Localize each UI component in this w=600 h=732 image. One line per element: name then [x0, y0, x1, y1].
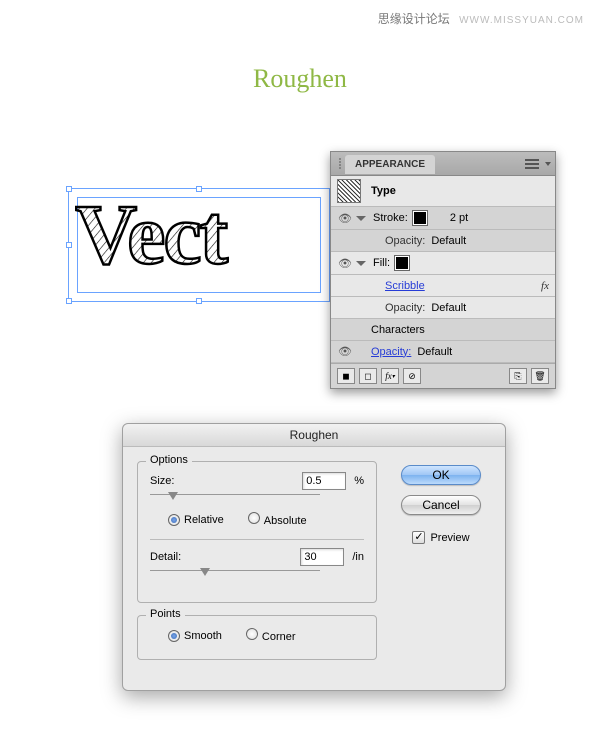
- appearance-tab[interactable]: APPEARANCE: [345, 155, 435, 174]
- text-object[interactable]: Vect: [75, 185, 330, 285]
- size-slider[interactable]: [150, 494, 364, 502]
- panel-tab-bar: APPEARANCE: [331, 152, 555, 176]
- panel-footer: ◼ ◻ fx▾ ⊘ ⎘ 🗑: [331, 363, 555, 388]
- fx-button[interactable]: fx▾: [381, 368, 399, 384]
- handle-tl[interactable]: [66, 186, 72, 192]
- disclosure-down-icon[interactable]: [356, 261, 366, 266]
- canvas-artwork[interactable]: Vect: [60, 175, 330, 295]
- page-title: Roughen: [253, 64, 347, 94]
- relative-radio[interactable]: Relative: [168, 514, 224, 526]
- preview-checkbox[interactable]: Preview: [412, 531, 469, 544]
- characters-row[interactable]: Characters: [331, 319, 555, 341]
- size-unit: %: [354, 475, 364, 487]
- corner-radio[interactable]: Corner: [246, 628, 296, 643]
- char-opacity-row[interactable]: 👁 Opacity: Default: [331, 341, 555, 363]
- detail-label: Detail:: [150, 551, 210, 563]
- preview-label: Preview: [430, 532, 469, 544]
- new-fill-button[interactable]: ◼: [337, 368, 355, 384]
- new-stroke-button[interactable]: ◻: [359, 368, 377, 384]
- opacity-label: Opacity:: [385, 235, 425, 247]
- watermark-cn: 思缘设计论坛: [378, 12, 450, 26]
- vect-svg: Vect: [75, 185, 330, 285]
- opacity-label: Opacity:: [385, 302, 425, 314]
- ok-button[interactable]: OK: [401, 465, 481, 485]
- dialog-title: Roughen: [123, 424, 505, 447]
- opacity-value: Default: [417, 346, 452, 358]
- disclosure-down-icon[interactable]: [356, 216, 366, 221]
- appearance-type-row[interactable]: Type: [331, 176, 555, 207]
- roughen-dialog: Roughen Options Size: % Relative Absolut…: [122, 423, 506, 691]
- scribble-row[interactable]: Scribble fx: [331, 275, 555, 297]
- size-label: Size:: [150, 475, 210, 487]
- panel-menu-arrow-icon[interactable]: [545, 162, 551, 166]
- options-fieldset: Options Size: % Relative Absolute: [137, 461, 377, 603]
- stroke-opacity-row[interactable]: Opacity: Default: [331, 230, 555, 252]
- cancel-button[interactable]: Cancel: [401, 495, 481, 515]
- panel-menu-icon[interactable]: [525, 159, 539, 169]
- eye-icon[interactable]: 👁: [337, 345, 353, 358]
- handle-bl[interactable]: [66, 298, 72, 304]
- stroke-label: Stroke:: [373, 212, 408, 224]
- fill-opacity-row[interactable]: Opacity: Default: [331, 297, 555, 319]
- detail-unit: /in: [352, 551, 364, 563]
- smooth-radio[interactable]: Smooth: [168, 630, 222, 642]
- opacity-link[interactable]: Opacity:: [371, 346, 411, 358]
- handle-ml[interactable]: [66, 242, 72, 248]
- stroke-row[interactable]: 👁 Stroke: 2 pt: [331, 207, 555, 230]
- eye-icon[interactable]: 👁: [337, 212, 353, 225]
- handle-bc[interactable]: [196, 298, 202, 304]
- radio-checked-icon: [168, 630, 180, 642]
- svg-text:Vect: Vect: [75, 186, 229, 282]
- eye-icon[interactable]: 👁: [337, 257, 353, 270]
- characters-label: Characters: [371, 324, 425, 336]
- radio-checked-icon: [168, 514, 180, 526]
- points-fieldset: Points Smooth Corner: [137, 615, 377, 660]
- slider-thumb-icon[interactable]: [200, 568, 210, 576]
- duplicate-button[interactable]: ⎘: [509, 368, 527, 384]
- appearance-panel[interactable]: APPEARANCE Type 👁 Stroke: 2 pt Opacity: …: [330, 151, 556, 389]
- radio-icon: [248, 512, 260, 524]
- type-label: Type: [371, 185, 396, 197]
- opacity-value: Default: [431, 235, 466, 247]
- size-input[interactable]: [302, 472, 346, 490]
- stroke-swatch[interactable]: [412, 210, 428, 226]
- points-legend: Points: [146, 608, 185, 620]
- watermark-url: WWW.MISSYUAN.COM: [459, 15, 584, 26]
- fx-icon[interactable]: fx: [541, 280, 549, 292]
- stroke-value[interactable]: 2 pt: [450, 212, 468, 224]
- options-legend: Options: [146, 454, 192, 466]
- fill-swatch[interactable]: [394, 255, 410, 271]
- clear-button[interactable]: ⊘: [403, 368, 421, 384]
- absolute-radio[interactable]: Absolute: [248, 512, 307, 527]
- trash-button[interactable]: 🗑: [531, 368, 549, 384]
- scribble-link[interactable]: Scribble: [385, 280, 425, 292]
- radio-icon: [246, 628, 258, 640]
- checkbox-checked-icon: [412, 531, 425, 544]
- detail-slider[interactable]: [150, 570, 364, 578]
- detail-input[interactable]: [300, 548, 344, 566]
- opacity-value: Default: [431, 302, 466, 314]
- fill-row[interactable]: 👁 Fill:: [331, 252, 555, 275]
- slider-thumb-icon[interactable]: [168, 492, 178, 500]
- fill-label: Fill:: [373, 257, 390, 269]
- watermark: 思缘设计论坛 WWW.MISSYUAN.COM: [378, 10, 584, 27]
- type-swatch: [337, 179, 361, 203]
- panel-grip[interactable]: [331, 158, 345, 169]
